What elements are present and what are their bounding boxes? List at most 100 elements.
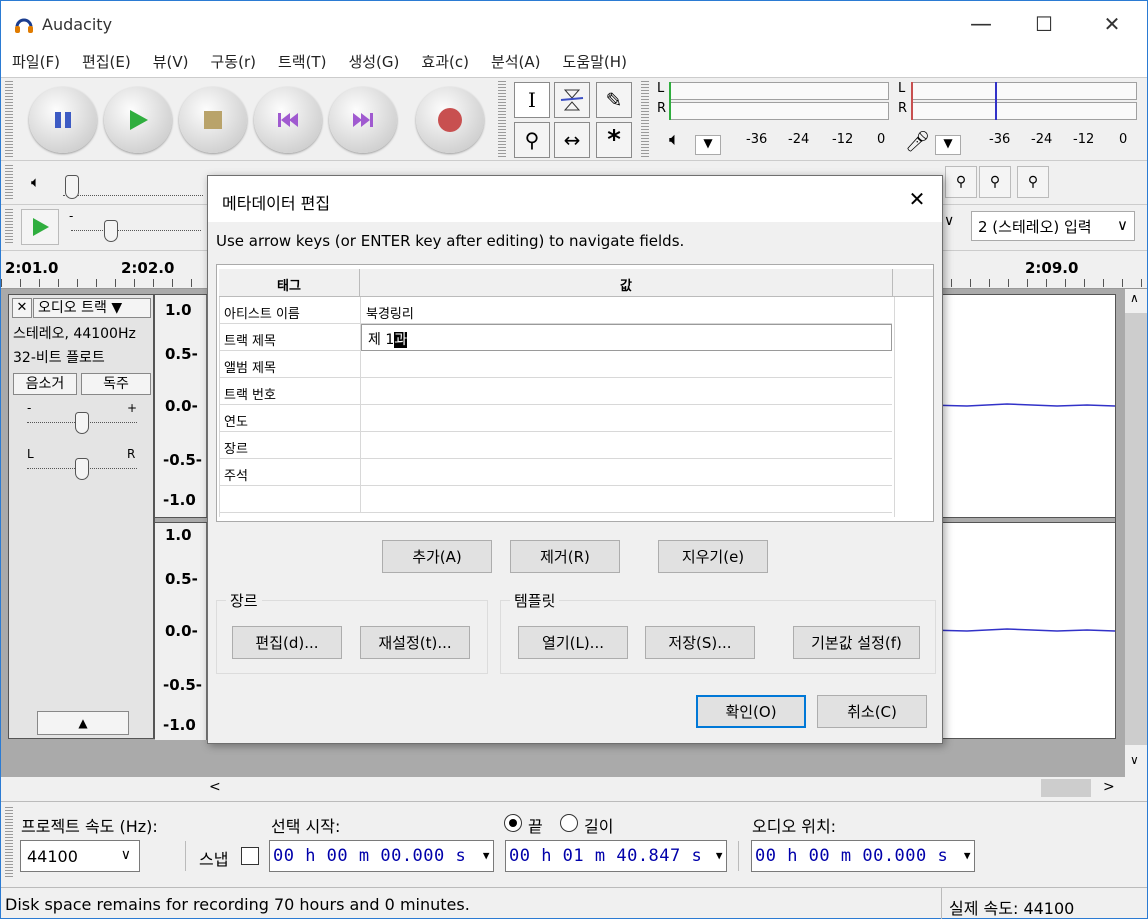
cancel-button[interactable]: 취소(C) bbox=[817, 695, 927, 728]
gain-thumb[interactable] bbox=[75, 412, 89, 434]
play-speed-slider[interactable] bbox=[71, 223, 201, 231]
vertical-scrollbar[interactable]: ∧ ∨ bbox=[1125, 289, 1147, 777]
audio-position-field[interactable]: 00 h 00 m 00.000 s ▼ bbox=[751, 840, 975, 872]
playback-meter-left[interactable] bbox=[669, 82, 889, 100]
stop-button[interactable] bbox=[179, 87, 247, 153]
record-button[interactable] bbox=[416, 87, 484, 153]
tag-cell[interactable]: 트랙 번호 bbox=[220, 378, 361, 405]
table-row[interactable]: 트랙 제목 제 1과 bbox=[220, 324, 892, 351]
genre-edit-button[interactable]: 편집(d)... bbox=[232, 626, 342, 659]
horizontal-scrollbar[interactable]: < > bbox=[201, 777, 1125, 799]
template-load-button[interactable]: 열기(L)... bbox=[518, 626, 628, 659]
skip-start-button[interactable] bbox=[254, 87, 322, 153]
minimize-button[interactable]: — bbox=[948, 1, 1014, 47]
scroll-right-icon[interactable]: > bbox=[1103, 779, 1115, 795]
pause-button[interactable] bbox=[29, 87, 97, 153]
metadata-grid[interactable]: 태그 값 아티스트 이름 북경링리 트랙 제목 제 1과 앨범 제목 트랙 번호… bbox=[216, 264, 934, 522]
menu-view[interactable]: 뷰(V) bbox=[142, 47, 200, 77]
device-dropdown-arrow[interactable]: ∨ bbox=[944, 213, 954, 229]
table-row[interactable] bbox=[220, 486, 892, 513]
table-row[interactable]: 연도 bbox=[220, 405, 892, 432]
play-at-speed-grip[interactable] bbox=[5, 209, 13, 245]
record-meter-dropdown[interactable]: ▼ bbox=[935, 135, 961, 155]
meter-grip[interactable] bbox=[641, 81, 649, 157]
value-edit-field[interactable]: 제 1과 bbox=[361, 324, 892, 351]
table-row[interactable]: 앨범 제목 bbox=[220, 351, 892, 378]
playback-meter-dropdown[interactable]: ▼ bbox=[695, 135, 721, 155]
tag-cell[interactable]: 연도 bbox=[220, 405, 361, 432]
record-meter-right[interactable] bbox=[911, 102, 1137, 120]
dialog-close-button[interactable]: ✕ bbox=[894, 176, 940, 222]
maximize-button[interactable]: ☐ bbox=[1011, 1, 1077, 47]
scroll-left-icon[interactable]: < bbox=[209, 779, 221, 795]
genre-reset-button[interactable]: 재설정(t)... bbox=[360, 626, 470, 659]
scroll-down-icon[interactable]: ∨ bbox=[1130, 753, 1139, 767]
table-row[interactable]: 트랙 번호 bbox=[220, 378, 892, 405]
tag-cell[interactable]: 아티스트 이름 bbox=[220, 297, 361, 324]
close-button[interactable]: ✕ bbox=[1079, 1, 1145, 47]
tag-cell[interactable]: 앨범 제목 bbox=[220, 351, 361, 378]
playback-volume-thumb[interactable] bbox=[65, 175, 79, 199]
value-cell[interactable] bbox=[361, 459, 892, 486]
horizontal-scroll-thumb[interactable] bbox=[1041, 779, 1091, 797]
column-header-value[interactable]: 값 bbox=[360, 269, 893, 297]
play-speed-thumb[interactable] bbox=[104, 220, 118, 242]
column-header-tag[interactable]: 태그 bbox=[219, 269, 360, 297]
play-at-speed-button[interactable] bbox=[21, 209, 59, 245]
menu-file[interactable]: 파일(F) bbox=[1, 47, 71, 77]
value-cell[interactable] bbox=[361, 378, 892, 405]
time-shift-tool[interactable]: ↔ bbox=[554, 122, 590, 158]
tag-cell[interactable]: 주석 bbox=[220, 459, 361, 486]
selection-end-field[interactable]: 00 h 01 m 40.847 s ▼ bbox=[505, 840, 727, 872]
envelope-tool[interactable] bbox=[554, 82, 590, 118]
menu-help[interactable]: 도움말(H) bbox=[552, 47, 638, 77]
pan-thumb[interactable] bbox=[75, 458, 89, 480]
selection-tool[interactable]: I bbox=[514, 82, 550, 118]
tag-cell[interactable]: 장르 bbox=[220, 432, 361, 459]
skip-end-button[interactable] bbox=[329, 87, 397, 153]
snap-checkbox[interactable] bbox=[241, 847, 259, 865]
track-name-menu[interactable]: 오디오 트랙 ▼ bbox=[33, 298, 151, 318]
remove-button[interactable]: 제거(R) bbox=[510, 540, 620, 573]
menu-edit[interactable]: 편집(E) bbox=[71, 47, 142, 77]
end-radio[interactable] bbox=[504, 814, 522, 832]
template-save-button[interactable]: 저장(S)... bbox=[645, 626, 755, 659]
value-cell[interactable] bbox=[361, 486, 892, 513]
solo-button[interactable]: 독주 bbox=[81, 373, 151, 395]
playback-volume-slider[interactable] bbox=[63, 176, 203, 196]
microphone-icon[interactable]: 🎤︎ bbox=[905, 129, 930, 153]
mute-button[interactable]: 음소거 bbox=[13, 373, 77, 395]
length-radio[interactable] bbox=[560, 814, 578, 832]
value-cell[interactable] bbox=[361, 432, 892, 459]
table-row[interactable]: 아티스트 이름 북경링리 bbox=[220, 297, 892, 324]
zoom-tool[interactable]: ⚲ bbox=[514, 122, 550, 158]
draw-tool[interactable]: ✎ bbox=[596, 82, 632, 118]
multi-tool[interactable]: * bbox=[596, 122, 632, 158]
vertical-scroll-thumb[interactable] bbox=[1125, 313, 1147, 745]
menu-effect[interactable]: 효과(c) bbox=[410, 47, 480, 77]
menu-analyze[interactable]: 분석(A) bbox=[480, 47, 552, 77]
table-row[interactable]: 장르 bbox=[220, 432, 892, 459]
fit-width-button[interactable]: ⚲ bbox=[979, 166, 1011, 198]
playback-meter-right[interactable] bbox=[669, 102, 889, 120]
value-cell[interactable] bbox=[361, 405, 892, 432]
transport-grip[interactable] bbox=[5, 81, 13, 157]
scroll-up-icon[interactable]: ∧ bbox=[1130, 291, 1139, 305]
track-close-button[interactable]: ✕ bbox=[12, 298, 32, 318]
play-button[interactable] bbox=[104, 87, 172, 153]
collapse-track-button[interactable]: ▲ bbox=[37, 711, 129, 735]
menu-transport[interactable]: 구동(r) bbox=[200, 47, 267, 77]
add-button[interactable]: 추가(A) bbox=[382, 540, 492, 573]
menu-generate[interactable]: 생성(G) bbox=[337, 47, 410, 77]
tag-cell[interactable]: 트랙 제목 bbox=[220, 324, 361, 351]
tag-cell[interactable] bbox=[220, 486, 361, 513]
selection-grip[interactable] bbox=[5, 807, 13, 879]
value-cell[interactable]: 북경링리 bbox=[361, 297, 892, 324]
table-row[interactable]: 주석 bbox=[220, 459, 892, 486]
zoom-toggle-button[interactable]: ⚲ bbox=[1017, 166, 1049, 198]
value-cell[interactable] bbox=[361, 351, 892, 378]
template-set-default-button[interactable]: 기본값 설정(f) bbox=[793, 626, 920, 659]
mixer-grip[interactable] bbox=[5, 165, 13, 201]
zoom-selection-button[interactable]: ⚲ bbox=[945, 166, 977, 198]
project-rate-select[interactable]: 44100 ∨ bbox=[20, 840, 140, 872]
